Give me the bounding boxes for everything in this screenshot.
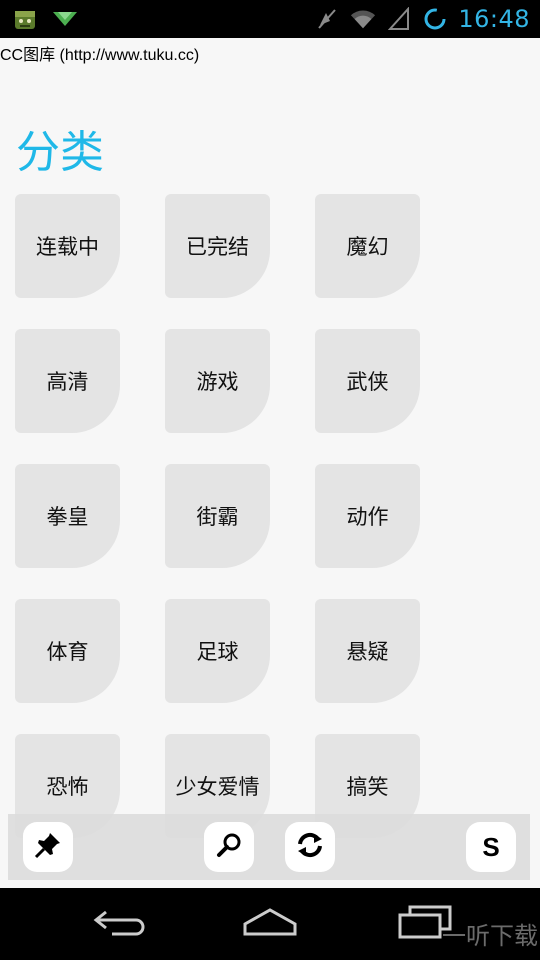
category-tile[interactable]: 动作 bbox=[315, 464, 420, 568]
pin-button[interactable] bbox=[23, 822, 73, 872]
category-tile[interactable]: 足球 bbox=[165, 599, 270, 703]
watermark: 一听下载 bbox=[442, 922, 538, 950]
system-icons: 16:48 bbox=[314, 5, 530, 33]
home-button[interactable] bbox=[235, 904, 305, 944]
download-arrow-icon bbox=[52, 6, 78, 32]
refresh-button[interactable] bbox=[285, 822, 335, 872]
back-button[interactable] bbox=[85, 904, 155, 944]
page-title: 分类 bbox=[16, 127, 104, 178]
signal-icon bbox=[386, 6, 412, 32]
wifi-icon bbox=[350, 6, 376, 32]
back-icon bbox=[92, 906, 148, 942]
notification-icons bbox=[12, 6, 78, 32]
category-tile[interactable]: 拳皇 bbox=[15, 464, 120, 568]
category-tile[interactable]: 游戏 bbox=[165, 329, 270, 433]
search-icon bbox=[215, 831, 243, 863]
navigation-bar: 一听下载 bbox=[0, 888, 540, 960]
app-title: CC图库 (http://www.tuku.cc) bbox=[0, 47, 200, 64]
pin-icon bbox=[33, 830, 63, 864]
category-tile[interactable]: 悬疑 bbox=[315, 599, 420, 703]
refresh-icon bbox=[295, 830, 325, 864]
category-tile[interactable]: 连载中 bbox=[15, 194, 120, 298]
bottom-toolbar: S bbox=[8, 814, 530, 880]
category-tile[interactable]: 高清 bbox=[15, 329, 120, 433]
sync-icon bbox=[422, 6, 448, 32]
s-button[interactable]: S bbox=[466, 822, 516, 872]
category-tile[interactable]: 已完结 bbox=[165, 194, 270, 298]
android-game-icon bbox=[12, 6, 38, 32]
home-icon bbox=[241, 906, 299, 942]
category-tile[interactable]: 体育 bbox=[15, 599, 120, 703]
clock: 16:48 bbox=[458, 5, 530, 33]
category-tile[interactable]: 武侠 bbox=[315, 329, 420, 433]
search-button[interactable] bbox=[204, 822, 254, 872]
s-button-label: S bbox=[482, 831, 500, 862]
category-tile[interactable]: 街霸 bbox=[165, 464, 270, 568]
status-bar: 16:48 bbox=[0, 0, 540, 38]
mute-icon bbox=[314, 6, 340, 32]
category-tile[interactable]: 魔幻 bbox=[315, 194, 420, 298]
